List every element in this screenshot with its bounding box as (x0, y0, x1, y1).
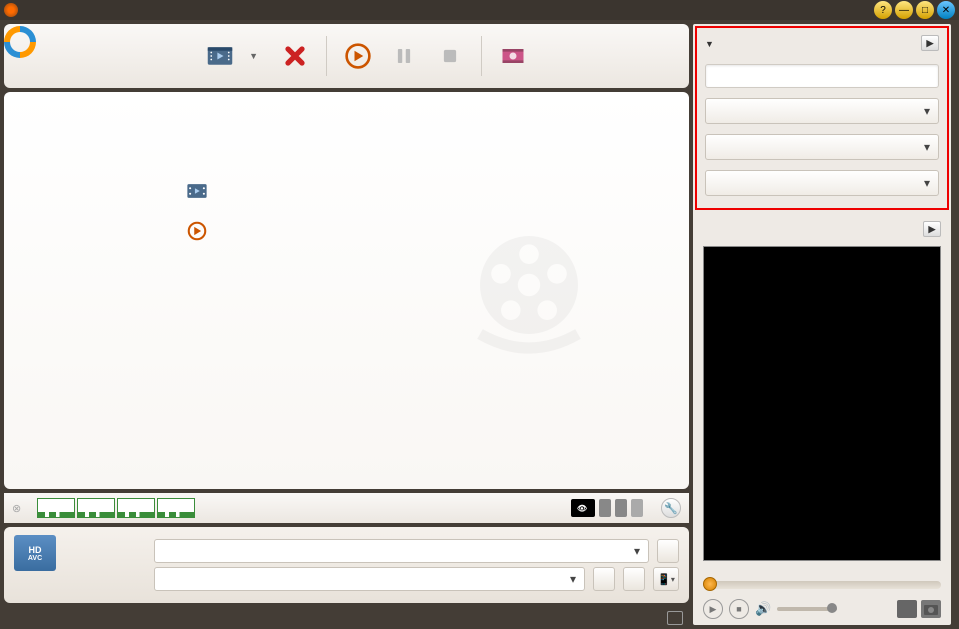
save-as-button[interactable] (657, 539, 679, 563)
nvidia-badge (571, 499, 595, 517)
status-layout-icon[interactable] (667, 611, 683, 625)
app-badge (631, 499, 643, 517)
toolbar: ▼ (4, 24, 689, 88)
add-file-button[interactable]: ▼ (194, 37, 246, 75)
titlebar: ? — □ ✕ (0, 0, 959, 20)
convert-button[interactable] (339, 37, 377, 75)
stats-bar: ⊗ 🔧 (4, 493, 689, 523)
amd-badge (615, 499, 627, 517)
output-path-select[interactable]: ▾ (154, 567, 585, 591)
clear-stats-button[interactable]: ⊗ (12, 502, 21, 515)
chevron-down-icon: ▼ (705, 39, 714, 49)
watermark (0, 22, 44, 62)
settings-button[interactable]: 🔧 (661, 498, 681, 518)
volume-icon[interactable]: 🔊 (755, 601, 771, 617)
collapse-preview-button[interactable]: ▶ (923, 221, 941, 237)
stop-preview-button[interactable]: ■ (729, 599, 749, 619)
cpu-graphs (37, 498, 195, 518)
chevron-down-icon: ▾ (924, 104, 930, 118)
help-button[interactable]: ? (874, 1, 892, 19)
content-area (4, 92, 689, 489)
maximize-button[interactable]: □ (916, 1, 934, 19)
preset-select[interactable]: ▾ (154, 539, 649, 563)
bottom-controls: HDAVC ▾ ▾ (4, 527, 689, 603)
chevron-down-icon: ▾ (634, 544, 640, 558)
filename-input[interactable] (705, 64, 939, 88)
preview-screen (703, 246, 941, 561)
close-button[interactable]: ✕ (937, 1, 955, 19)
wizard-step-2 (174, 180, 649, 202)
chevron-down-icon: ▾ (570, 572, 576, 586)
hd-profile-icon: HDAVC (14, 535, 56, 571)
preset-panel: ▼ ▶ ▾ ▾ ▾ (695, 26, 949, 210)
cuda-badge (599, 499, 611, 517)
minimize-button[interactable]: — (895, 1, 913, 19)
add-file-icon (186, 180, 208, 202)
snapshot-button[interactable] (921, 600, 941, 618)
pause-button[interactable] (385, 37, 423, 75)
browse-button[interactable] (593, 567, 615, 591)
volume-slider[interactable] (777, 607, 837, 611)
effects-button[interactable] (494, 37, 532, 75)
preview-panel: ▶ ▶ ■ 🔊 (695, 214, 949, 623)
watermark-logo-icon (0, 22, 40, 62)
app-icon (4, 3, 18, 17)
collapse-preset-button[interactable]: ▶ (921, 35, 939, 51)
video-quality-select[interactable]: ▾ (705, 134, 939, 160)
chevron-down-icon: ▼ (249, 51, 258, 61)
resolution-select[interactable]: ▾ (705, 98, 939, 124)
audio-quality-select[interactable]: ▾ (705, 170, 939, 196)
convert-icon (186, 220, 208, 242)
chevron-down-icon: ▾ (924, 140, 930, 154)
chevron-down-icon: ▾ (924, 176, 930, 190)
device-button[interactable]: 📱▾ (653, 567, 679, 591)
play-button[interactable]: ▶ (703, 599, 723, 619)
preview-seek-slider[interactable] (703, 581, 941, 589)
snapshot-toggle-button[interactable] (897, 600, 917, 618)
stop-button[interactable] (431, 37, 469, 75)
open-button[interactable] (623, 567, 645, 591)
delete-button[interactable] (276, 37, 314, 75)
status-bar (0, 607, 693, 629)
film-reel-icon (459, 229, 599, 369)
